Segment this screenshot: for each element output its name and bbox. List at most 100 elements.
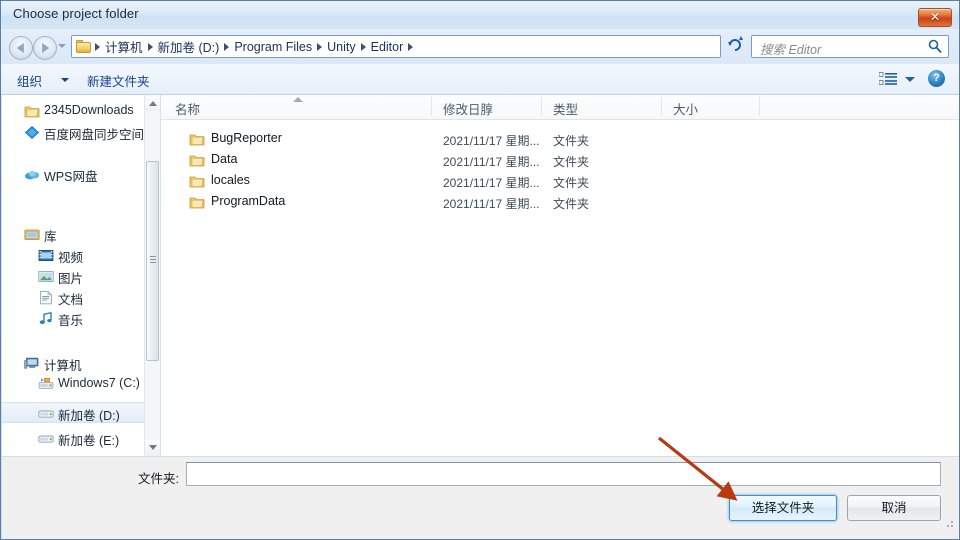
sidebar-item-label: 2345Downloads <box>44 103 134 117</box>
column-header-0[interactable]: 名称 <box>175 99 200 118</box>
video-icon <box>38 250 54 261</box>
breadcrumb-separator[interactable] <box>95 42 100 51</box>
scroll-down-icon <box>149 445 157 450</box>
breadcrumb-item-0[interactable]: 计算机 <box>102 37 146 56</box>
sidebar-scrollbar[interactable] <box>144 95 160 456</box>
sidebar-item-label: 百度网盘同步空间 <box>44 128 145 142</box>
scroll-down-button[interactable] <box>145 440 160 456</box>
window-title: Choose project folder <box>13 6 139 21</box>
sidebar-item-label: WPS网盘 <box>44 170 98 184</box>
address-bar[interactable]: 计算机 新加卷 (D:) Program Files Unity Editor <box>71 35 721 58</box>
forward-arrow-icon <box>42 43 50 53</box>
table-row[interactable]: BugReporter 2021/11/17 星期... 文件夹 <box>161 129 959 150</box>
folder-icon <box>76 40 91 53</box>
breadcrumb-separator[interactable] <box>360 42 366 51</box>
choose-folder-button[interactable]: 选择文件夹 <box>729 495 837 521</box>
organize-button[interactable]: 组织 <box>17 71 42 90</box>
scrollbar-thumb[interactable] <box>146 161 159 361</box>
search-box[interactable]: 搜索 Editor <box>751 35 949 58</box>
file-type: 文件夹 <box>553 197 590 211</box>
file-type: 文件夹 <box>553 176 590 190</box>
folder-path-input[interactable] <box>186 462 941 486</box>
file-modified-date: 2021/11/17 星期... <box>443 197 540 211</box>
sidebar-item-label: 计算机 <box>44 359 82 373</box>
sidebar-item-11[interactable]: 新加卷 (E:) <box>2 428 160 449</box>
table-row[interactable]: locales 2021/11/17 星期... 文件夹 <box>161 171 959 192</box>
file-list-pane[interactable]: 名称 修改日朜 类型 大小 BugReporter 2021/11/17 星期... 文件… <box>161 95 959 456</box>
sidebar-item-7[interactable]: 音乐 <box>2 308 160 329</box>
folder-field-label: 文件夹: <box>138 472 179 486</box>
view-list-icon[interactable] <box>879 72 897 86</box>
view-dropdown-icon[interactable] <box>905 77 915 82</box>
navigation-sidebar[interactable]: 2345Downloads 百度网盘同步空间 WPS网盘库视频图片文档 音乐计算机 Wi… <box>2 95 161 456</box>
file-name: ProgramData <box>211 194 286 208</box>
computer-icon <box>24 357 39 369</box>
cancel-button[interactable]: 取消 <box>847 495 941 521</box>
drive-icon <box>38 410 54 418</box>
file-modified-date: 2021/11/17 星期... <box>443 134 540 148</box>
help-button[interactable]: ? <box>928 70 945 87</box>
table-row[interactable]: ProgramData 2021/11/17 星期... 文件夹 <box>161 192 959 213</box>
breadcrumb-separator[interactable] <box>224 42 230 51</box>
sidebar-item-9[interactable]: Windows7 (C:) <box>2 374 160 395</box>
folder-icon <box>189 197 205 209</box>
column-header-1[interactable]: 修改日朜 <box>443 99 493 118</box>
chevron-down-icon[interactable] <box>61 78 69 82</box>
column-divider[interactable] <box>759 97 760 116</box>
breadcrumb-item-2[interactable]: Program Files <box>231 40 315 54</box>
column-header-row: 名称 修改日朜 类型 大小 <box>161 95 959 120</box>
close-button[interactable]: ✕ <box>918 8 952 27</box>
file-name: BugReporter <box>211 131 282 145</box>
breadcrumb-item-1[interactable]: 新加卷 (D:) <box>155 37 223 56</box>
sidebar-item-4[interactable]: 视频 <box>2 245 160 266</box>
file-modified-date: 2021/11/17 星期... <box>443 176 540 190</box>
sidebar-item-label: 图片 <box>58 272 84 286</box>
breadcrumb-item-3[interactable]: Unity <box>324 40 358 54</box>
breadcrumb-item-4[interactable]: Editor <box>368 40 407 54</box>
forward-button[interactable] <box>33 36 57 60</box>
system-drive-icon <box>38 377 54 389</box>
file-type: 文件夹 <box>553 134 590 148</box>
cloud-icon <box>25 171 40 180</box>
title-bar: Choose project folder ✕ <box>1 1 959 29</box>
toolbar: 组织 新建文件夹 ? <box>1 64 959 95</box>
search-input[interactable]: 搜索 Editor <box>760 39 821 58</box>
sidebar-item-0[interactable]: 2345Downloads <box>2 101 160 122</box>
folder-icon <box>189 176 205 188</box>
column-divider[interactable] <box>541 97 542 116</box>
column-divider[interactable] <box>431 97 432 116</box>
column-divider[interactable] <box>661 97 662 116</box>
history-dropdown-icon[interactable] <box>58 44 66 48</box>
back-button[interactable] <box>9 36 33 60</box>
sidebar-item-8[interactable]: 计算机 <box>2 353 160 374</box>
breadcrumb-separator[interactable] <box>408 42 414 51</box>
column-header-3[interactable]: 大小 <box>673 99 698 118</box>
file-type: 文件夹 <box>553 155 590 169</box>
choose-folder-dialog: Choose project folder ✕ 计算机 新加卷 (D:) Pro… <box>0 0 960 540</box>
search-icon <box>928 39 942 53</box>
sidebar-item-5[interactable]: 图片 <box>2 266 160 287</box>
breadcrumb-separator[interactable] <box>147 42 153 51</box>
refresh-button[interactable] <box>725 36 747 57</box>
folder-icon <box>24 106 40 118</box>
sidebar-item-label: 视频 <box>58 251 84 265</box>
column-header-2[interactable]: 类型 <box>553 99 578 118</box>
sidebar-item-1[interactable]: 百度网盘同步空间 <box>2 122 160 143</box>
breadcrumb-separator[interactable] <box>317 42 323 51</box>
file-modified-date: 2021/11/17 星期... <box>443 155 540 169</box>
file-name: Data <box>211 152 238 166</box>
resize-grip-icon[interactable] <box>943 517 955 529</box>
new-folder-button[interactable]: 新建文件夹 <box>87 71 150 90</box>
folder-icon <box>189 155 205 167</box>
sidebar-item-3[interactable]: 库 <box>2 224 160 245</box>
sidebar-item-10[interactable]: 新加卷 (D:) <box>2 402 160 423</box>
refresh-icon <box>728 36 743 51</box>
table-row[interactable]: Data 2021/11/17 星期... 文件夹 <box>161 150 959 171</box>
sidebar-item-2[interactable]: WPS网盘 <box>2 164 160 185</box>
library-icon <box>24 229 40 241</box>
pictures-icon <box>38 271 54 282</box>
scroll-up-button[interactable] <box>145 95 160 111</box>
scrollbar-grip-icon <box>150 256 156 263</box>
sidebar-item-label: 文档 <box>58 293 84 307</box>
sidebar-item-6[interactable]: 文档 <box>2 287 160 308</box>
